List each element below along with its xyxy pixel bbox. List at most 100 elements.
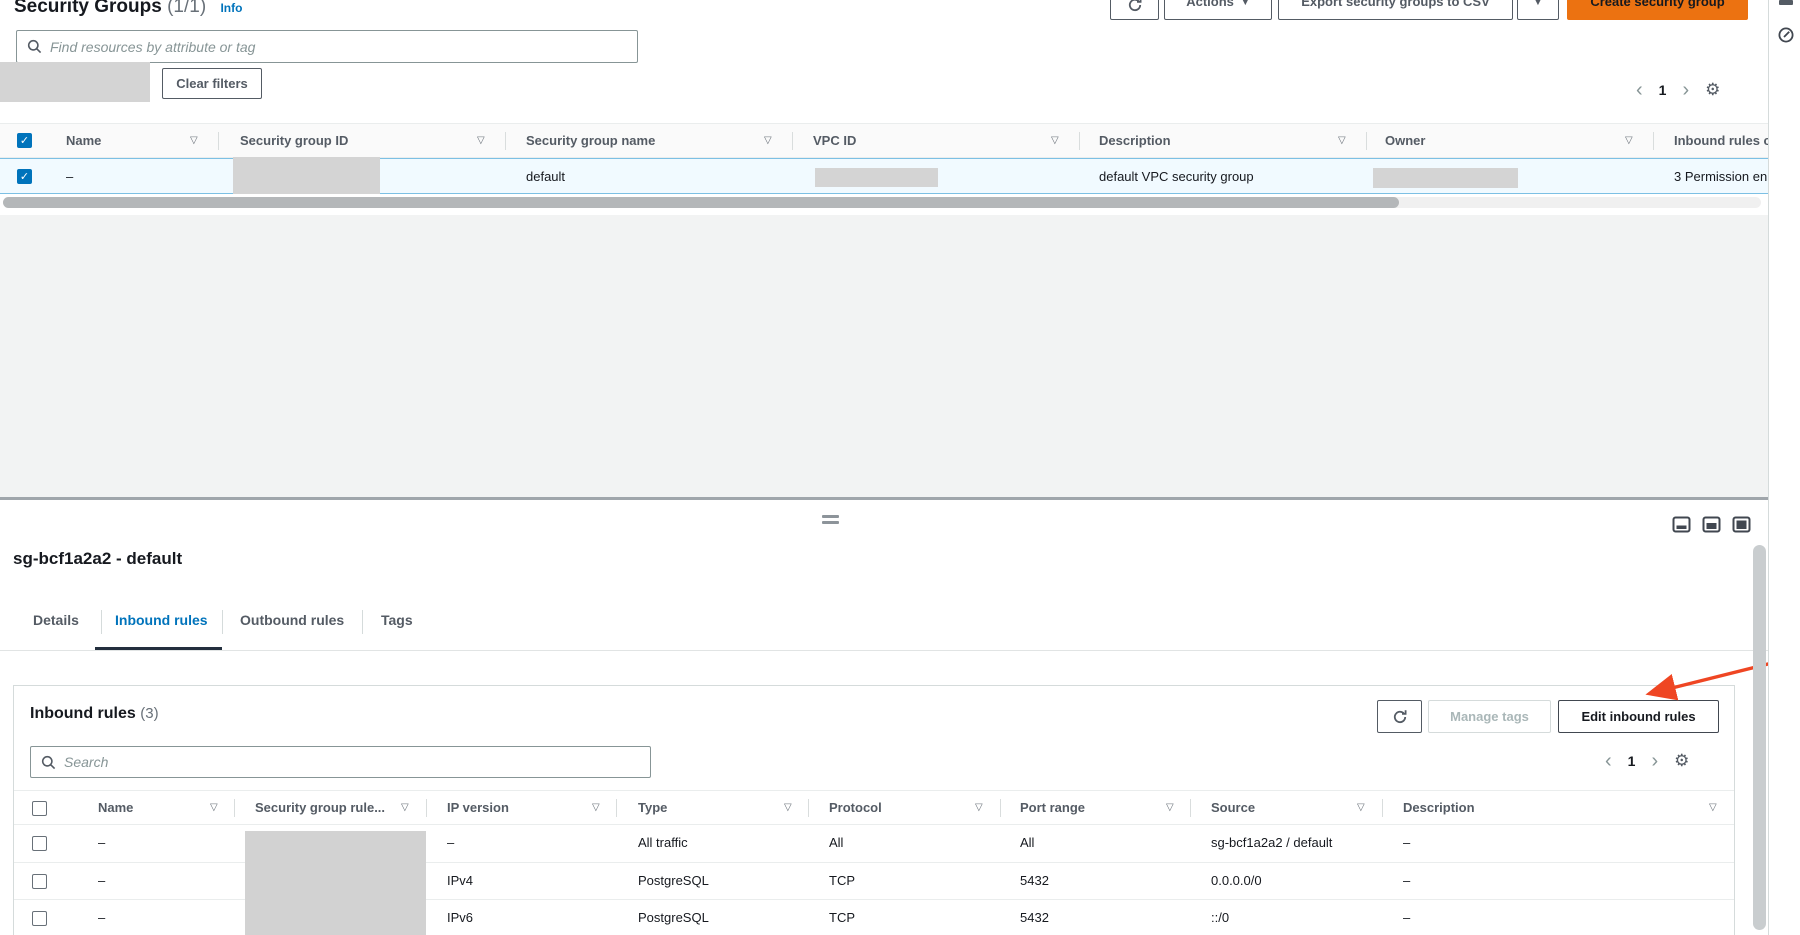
column-divider[interactable]	[1382, 799, 1383, 817]
refresh-button[interactable]	[1110, 0, 1159, 20]
rules-page-number[interactable]: 1	[1628, 753, 1636, 769]
filter-icon[interactable]: ▽	[210, 791, 218, 824]
select-all-checkbox[interactable]: ✓	[17, 133, 32, 148]
col-vpc-id: VPC ID	[813, 124, 856, 157]
cell-description: –	[1403, 900, 1410, 935]
info-link[interactable]: Info	[220, 1, 242, 15]
edit-inbound-rules-button[interactable]: Edit inbound rules	[1558, 700, 1719, 733]
rules-header-row: Name ▽ Security group rule... ▽ IP versi…	[14, 790, 1734, 825]
horizontal-scrollbar-thumb[interactable]	[3, 197, 1399, 208]
resources-search-input[interactable]	[50, 39, 637, 55]
cell-protocol: TCP	[829, 863, 855, 899]
next-page-icon[interactable]: ›	[1682, 80, 1689, 100]
manage-tags-label: Manage tags	[1450, 709, 1529, 724]
column-divider[interactable]	[505, 132, 506, 150]
col-description: Description	[1099, 124, 1171, 157]
actions-button-label: Actions	[1186, 0, 1234, 9]
tab-outbound-rules[interactable]: Outbound rules	[240, 612, 344, 628]
panel-full-icon[interactable]	[1732, 516, 1751, 533]
cell-source: sg-bcf1a2a2 / default	[1211, 825, 1332, 861]
detail-panel-title: sg-bcf1a2a2 - default	[13, 549, 182, 569]
filter-icon[interactable]: ▽	[592, 791, 600, 824]
cell-description: default VPC security group	[1099, 159, 1254, 195]
create-security-group-label: Create security group	[1590, 0, 1724, 9]
cell-type: PostgreSQL	[638, 863, 709, 899]
filter-icon[interactable]: ▽	[401, 791, 409, 824]
column-divider[interactable]	[808, 799, 809, 817]
rule-checkbox[interactable]	[32, 836, 47, 851]
column-divider[interactable]	[1653, 132, 1654, 150]
create-security-group-button[interactable]: Create security group	[1567, 0, 1748, 20]
export-csv-label: Export security groups to CSV	[1301, 0, 1490, 9]
column-divider[interactable]	[234, 799, 235, 817]
filter-icon[interactable]: ▽	[1051, 124, 1059, 157]
search-icon	[27, 39, 42, 54]
export-csv-button[interactable]: Export security groups to CSV	[1278, 0, 1513, 20]
rules-search-input[interactable]	[64, 754, 650, 770]
col-protocol: Protocol	[829, 791, 882, 824]
cropped-toolbar-icon[interactable]	[1779, 0, 1793, 5]
actions-button[interactable]: Actions▼	[1164, 0, 1272, 20]
cell-description: –	[1403, 825, 1410, 861]
tab-tags[interactable]: Tags	[381, 612, 413, 628]
tab-details[interactable]: Details	[33, 612, 79, 628]
column-divider[interactable]	[218, 132, 219, 150]
cell-name: –	[98, 900, 105, 935]
cell-source: 0.0.0.0/0	[1211, 863, 1262, 899]
vertical-scrollbar-thumb[interactable]	[1753, 545, 1766, 930]
next-page-icon[interactable]: ›	[1651, 751, 1658, 771]
manage-tags-button[interactable]: Manage tags	[1428, 700, 1551, 733]
filter-icon[interactable]: ▽	[784, 791, 792, 824]
filter-icon[interactable]: ▽	[190, 124, 198, 157]
filter-icon[interactable]: ▽	[975, 791, 983, 824]
sg-table-settings-icon[interactable]: ⚙	[1705, 80, 1720, 100]
cell-description: –	[1403, 863, 1410, 899]
cell-type: PostgreSQL	[638, 900, 709, 935]
filter-icon[interactable]: ▽	[1338, 124, 1346, 157]
rule-checkbox[interactable]	[32, 911, 47, 926]
rules-search[interactable]	[30, 746, 651, 778]
status-pending-icon[interactable]	[1777, 26, 1795, 44]
filter-icon[interactable]: ▽	[1166, 791, 1174, 824]
col-description: Description	[1403, 791, 1475, 824]
refresh-icon	[1127, 0, 1143, 13]
select-all-rules-checkbox[interactable]	[32, 801, 47, 816]
split-panel-drag-handle-icon[interactable]	[822, 515, 839, 527]
resources-search[interactable]	[16, 30, 638, 63]
column-divider[interactable]	[1000, 799, 1001, 817]
caret-down-icon: ▼	[1534, 0, 1543, 7]
rule-checkbox[interactable]	[32, 874, 47, 889]
col-type: Type	[638, 791, 667, 824]
col-inbound-count: Inbound rules c	[1674, 124, 1771, 157]
col-ip-version: IP version	[447, 791, 509, 824]
inbound-refresh-button[interactable]	[1377, 700, 1422, 733]
filter-icon[interactable]: ▽	[477, 124, 485, 157]
rules-table-settings-icon[interactable]: ⚙	[1674, 751, 1689, 771]
filter-icon[interactable]: ▽	[1709, 791, 1717, 824]
prev-page-icon[interactable]: ‹	[1605, 751, 1612, 771]
clear-filters-button[interactable]: Clear filters	[162, 68, 262, 99]
cell-ip-version: IPv6	[447, 900, 473, 935]
column-divider[interactable]	[1190, 799, 1191, 817]
filter-icon[interactable]: ▽	[1625, 124, 1633, 157]
cell-sg-name: default	[526, 159, 565, 195]
panel-bottom-small-icon[interactable]	[1672, 516, 1691, 533]
col-name: Name	[66, 124, 101, 157]
tab-inbound-rules[interactable]: Inbound rules	[115, 612, 208, 628]
filter-icon[interactable]: ▽	[1357, 791, 1365, 824]
tabs-bottom-border	[0, 650, 1768, 651]
column-divider[interactable]	[1366, 132, 1367, 150]
column-divider[interactable]	[792, 132, 793, 150]
column-divider[interactable]	[1079, 132, 1080, 150]
split-panel-divider[interactable]	[0, 497, 1768, 500]
prev-page-icon[interactable]: ‹	[1636, 80, 1643, 100]
export-options-button[interactable]: ▼	[1517, 0, 1559, 20]
sg-page-number[interactable]: 1	[1659, 82, 1667, 98]
column-divider[interactable]	[426, 799, 427, 817]
page-title: Security Groups (1/1) Info	[14, 0, 242, 18]
panel-bottom-half-icon[interactable]	[1702, 516, 1721, 533]
inbound-rules-title: Inbound rules (3)	[30, 705, 159, 723]
filter-icon[interactable]: ▽	[764, 124, 772, 157]
row-checkbox[interactable]: ✓	[17, 169, 32, 184]
column-divider[interactable]	[616, 799, 617, 817]
